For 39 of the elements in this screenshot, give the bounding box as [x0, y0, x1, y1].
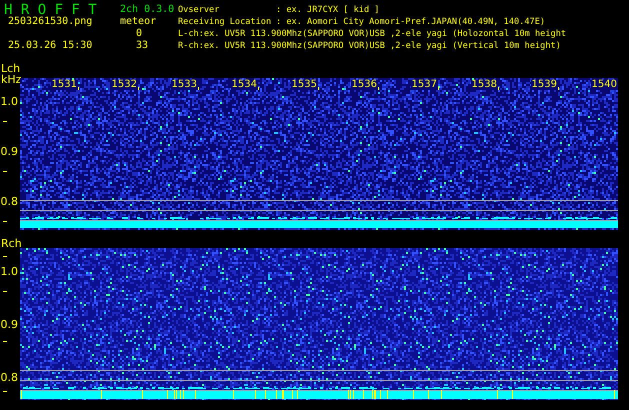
app-title: H R O F F T [3, 4, 97, 16]
frequency-label: 1538 [470, 80, 498, 90]
axis-tick-icon [3, 341, 7, 342]
frequency-label: 1536 [350, 80, 378, 90]
frequency-label: 1540 [590, 80, 618, 90]
axis-tick-icon [3, 391, 7, 392]
filename: 2503261530.png [7, 16, 92, 28]
datetime: 25.03.26 15:30 [7, 40, 92, 52]
frequency-label: 1539 [530, 80, 558, 90]
info-label: Receiving Location [178, 16, 272, 28]
y-axis-label: 1.0 [0, 96, 18, 107]
axis-tick-icon [3, 221, 7, 222]
channel-label: Lch [1, 63, 20, 74]
axis-tick-icon [3, 256, 7, 257]
meteor-count: 33 [135, 40, 148, 52]
axis-tick-icon [3, 171, 7, 172]
frequency-label: 1531 [50, 80, 78, 90]
frequency-label: 1533 [170, 80, 198, 90]
frequency-label: 1537 [410, 80, 438, 90]
y-axis-label: 1.0 [0, 266, 18, 277]
frequency-label: 1535 [290, 80, 318, 90]
axis-tick-icon [3, 121, 7, 122]
info-value: : ex. Aomori City Aomori-Pref.JAPAN(40.49N, 140.47E) [276, 16, 546, 28]
info-label: Ovserver [178, 4, 220, 16]
y-axis-label: 0.9 [0, 319, 18, 330]
info-value: : ex. JR7CYX [ kid ] [276, 4, 380, 16]
channel-label: Rch [1, 238, 22, 249]
frequency-label: 1532 [110, 80, 138, 90]
meteor-label: meteor [119, 16, 156, 28]
y-axis-label: 0.9 [0, 146, 18, 157]
y-axis-label: 0.8 [0, 196, 18, 207]
version-label: 2ch 0.3.0 [119, 4, 174, 16]
info-line: R-ch:ex. UV5R 113.900Mhz(SAPPORO VOR)USB ,2-ele yagi (Vertical 10m height) [178, 40, 561, 52]
y-axis-label: 0.8 [0, 372, 18, 383]
axis-tick-icon [3, 291, 7, 292]
frequency-label: 1534 [230, 80, 258, 90]
unit-label: kHz [1, 74, 22, 85]
info-line: L-ch:ex. UV5R 113.900Mhz(SAPPORO VOR)USB ,2-ele yagi (Holozontal 10m height [178, 28, 566, 40]
meteor-count: 0 [135, 28, 142, 40]
